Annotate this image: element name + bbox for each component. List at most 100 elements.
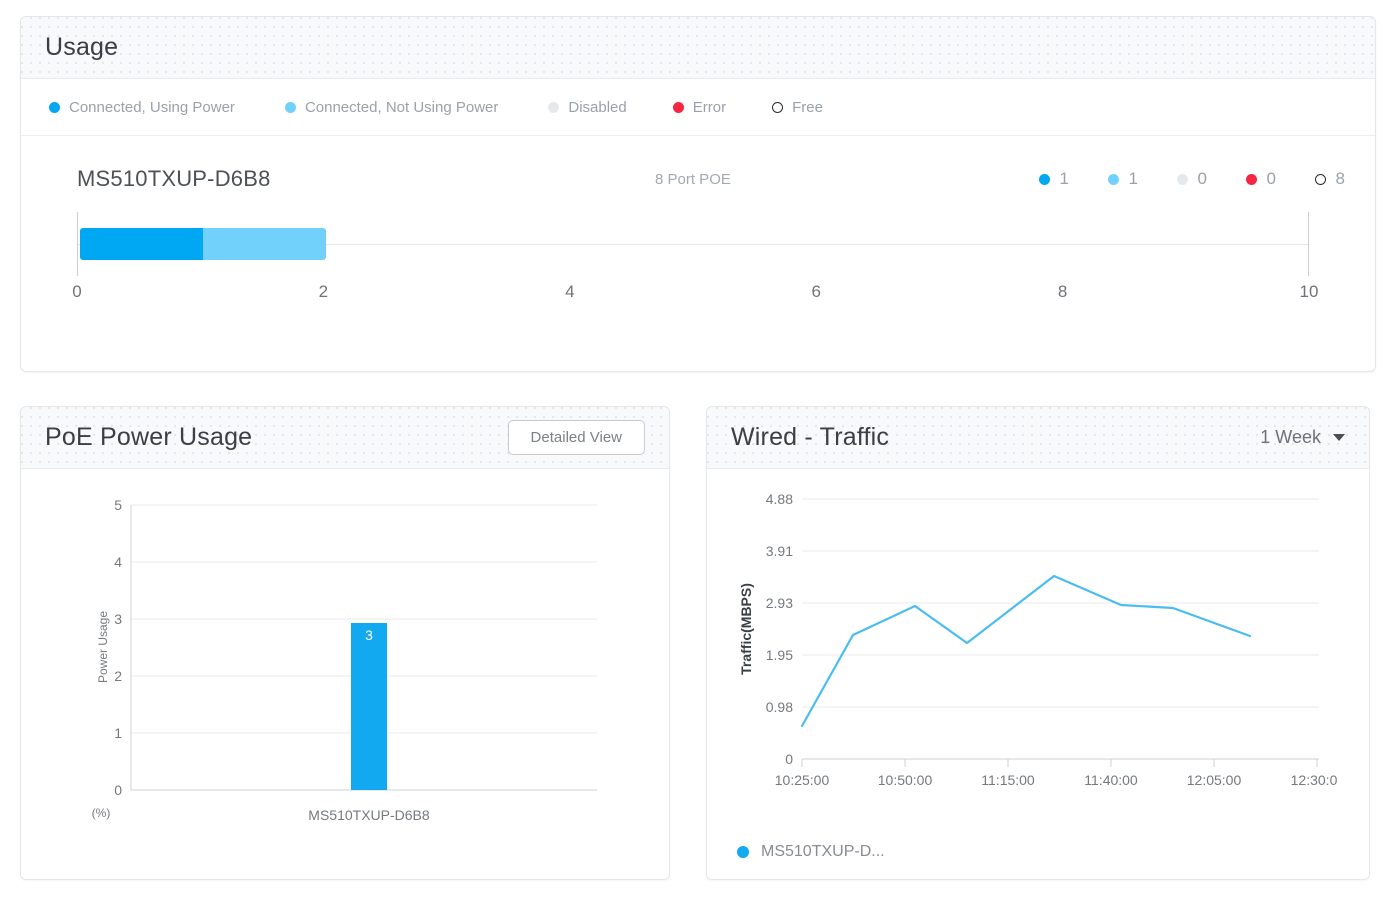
wired-ytick-1: 1.95 <box>766 647 793 663</box>
usage-axis-cap-left <box>77 212 78 276</box>
wired-ytick-4: 4.88 <box>766 491 793 507</box>
wired-chart-body: 4.88 3.91 2.93 1.95 0.98 0 Traffic(MBPS) <box>707 469 1369 879</box>
usage-tick-6: 6 <box>811 282 820 302</box>
port-count-error: 0 <box>1245 169 1315 189</box>
legend-label-error: Error <box>692 98 727 116</box>
wired-traffic-series-line <box>800 574 1252 728</box>
usage-tick-label-4: 4 <box>565 282 575 301</box>
wired-panel-title: Wired - Traffic <box>731 423 890 451</box>
usage-tick-4: 4 <box>565 282 574 302</box>
dashboard-page: Usage Connected, Using Power Connected, … <box>0 0 1396 902</box>
poe-bar-chart: 5 4 3 2 1 0 Power Usage (%) 3 MS510TXUP-… <box>92 497 597 823</box>
device-name: MS510TXUP-D6B8 <box>77 166 271 191</box>
poe-ytick-2: 2 <box>114 668 122 684</box>
poe-panel-title: PoE Power Usage <box>45 423 253 451</box>
legend-dot-disabled <box>548 101 560 113</box>
legend-label-free: Free <box>792 98 823 116</box>
usage-tick-label-2: 2 <box>318 282 329 301</box>
port-count-value-free: 8 <box>1335 169 1345 188</box>
port-count-value-connected-not-using-power: 1 <box>1128 169 1138 188</box>
port-count-value-error: 0 <box>1266 169 1276 188</box>
wired-chart-legend[interactable]: MS510TXUP-D... <box>737 843 885 861</box>
usage-tick-0: 0 <box>72 282 81 302</box>
port-count-disabled: 0 <box>1176 169 1246 189</box>
usage-bar-chart: 0 2 4 6 8 10 <box>72 206 1318 326</box>
port-count-dot-connected-using-power <box>1038 173 1050 185</box>
wired-y-axis-title: Traffic(MBPS) <box>738 583 754 675</box>
legend-label-disabled: Disabled <box>568 98 627 116</box>
poe-power-usage-panel: PoE Power Usage Detailed View 5 4 3 2 1 … <box>20 406 670 880</box>
legend-dot-connected-using-power <box>49 101 60 113</box>
legend-dot-connected-not-using-power <box>284 101 296 113</box>
poe-ytick-1: 1 <box>114 725 122 741</box>
wired-xtick-0: 10:25:00 <box>775 772 830 788</box>
poe-ytick-3: 3 <box>114 611 122 627</box>
usage-panel: Usage Connected, Using Power Connected, … <box>20 16 1376 372</box>
wired-traffic-line-chart: 4.88 3.91 2.93 1.95 0.98 0 Traffic(MBPS) <box>738 491 1338 788</box>
usage-axis-ticks: 0 2 4 6 8 10 <box>72 282 1318 326</box>
usage-tick-8: 8 <box>1058 282 1067 302</box>
port-count-dot-connected-not-using-power <box>1107 173 1119 185</box>
poe-ytick-4: 4 <box>114 554 122 570</box>
time-period-dropdown[interactable]: 1 Week <box>1260 427 1345 448</box>
wired-ytick-0: 0 <box>785 751 793 767</box>
wired-ytick-098: 0.98 <box>766 699 793 715</box>
wired-xtick-1: 10:50:00 <box>878 772 933 788</box>
legend-item-free[interactable]: Free <box>772 99 823 116</box>
usage-panel-title: Usage <box>45 33 119 61</box>
legend-dot-free <box>772 101 784 113</box>
legend-label-connected-not-using-power: Connected, Not Using Power <box>304 98 499 116</box>
usage-tick-label-8: 8 <box>1057 282 1068 301</box>
usage-segment-connected-not-using-power <box>203 228 326 260</box>
wired-traffic-panel: Wired - Traffic 1 Week 4.88 3.91 2.93 1.… <box>706 406 1370 880</box>
poe-bar-value-label: 3 <box>365 627 373 643</box>
port-count-connected-using-power: 1 <box>1038 169 1108 189</box>
poe-panel-header: PoE Power Usage Detailed View <box>21 407 669 469</box>
poe-unit-label: (%) <box>92 806 111 820</box>
port-count-value-connected-using-power: 1 <box>1059 169 1069 188</box>
wired-xtick-5: 12:30:0 <box>1291 772 1338 788</box>
port-count-value-disabled: 0 <box>1197 169 1207 188</box>
wired-panel-header: Wired - Traffic 1 Week <box>707 407 1369 469</box>
poe-ytick-5: 5 <box>114 497 122 513</box>
chevron-down-icon <box>1333 434 1345 441</box>
wired-ytick-2: 2.93 <box>766 595 793 611</box>
wired-xtick-4: 12:05:00 <box>1187 772 1242 788</box>
poe-xtick-label-0: MS510TXUP-D6B8 <box>308 807 430 823</box>
wired-xtick-2: 11:15:00 <box>981 772 1035 788</box>
device-type: 8 Port POE <box>655 170 731 188</box>
port-count-free: 8 <box>1314 169 1345 189</box>
usage-stacked-bar[interactable] <box>80 228 326 260</box>
poe-ytick-0: 0 <box>114 782 122 798</box>
usage-legend: Connected, Using Power Connected, Not Us… <box>21 79 1375 136</box>
usage-tick-label-0: 0 <box>72 282 82 301</box>
usage-tick-2: 2 <box>319 282 328 302</box>
usage-tick-10: 10 <box>1300 282 1319 302</box>
legend-item-connected-using-power[interactable]: Connected, Using Power <box>49 99 235 116</box>
legend-item-error[interactable]: Error <box>672 98 727 116</box>
poe-bar-ms510txup-d6b8 <box>351 623 387 790</box>
time-period-value: 1 Week <box>1260 427 1321 447</box>
wired-legend-label: MS510TXUP-D... <box>761 843 885 860</box>
wired-legend-dot <box>737 846 749 858</box>
bottom-panels-row: PoE Power Usage Detailed View 5 4 3 2 1 … <box>20 406 1376 880</box>
legend-label-connected-using-power: Connected, Using Power <box>69 98 235 116</box>
usage-axis-cap-right <box>1308 212 1309 276</box>
port-count-dot-disabled <box>1176 173 1188 185</box>
legend-item-connected-not-using-power[interactable]: Connected, Not Using Power <box>284 98 499 116</box>
usage-tick-label-6: 6 <box>811 282 821 301</box>
usage-segment-connected-using-power <box>80 228 203 260</box>
legend-dot-error <box>672 101 684 113</box>
port-count-dot-free <box>1314 173 1326 185</box>
legend-item-disabled[interactable]: Disabled <box>548 98 627 116</box>
detailed-view-button[interactable]: Detailed View <box>507 420 645 455</box>
wired-xtick-3: 11:40:00 <box>1084 772 1138 788</box>
port-count-connected-not-using-power: 1 <box>1107 169 1177 189</box>
device-row: MS510TXUP-D6B8 8 Port POE 1 1 0 0 8 <box>77 162 1345 196</box>
port-count-dot-error <box>1245 173 1257 185</box>
usage-panel-header: Usage <box>21 17 1375 79</box>
wired-ytick-3: 3.91 <box>766 543 793 559</box>
usage-tick-label-10: 10 <box>1299 282 1319 301</box>
poe-y-axis-title: Power Usage <box>96 611 110 683</box>
device-port-counts: 1 1 0 0 8 <box>1038 169 1345 189</box>
